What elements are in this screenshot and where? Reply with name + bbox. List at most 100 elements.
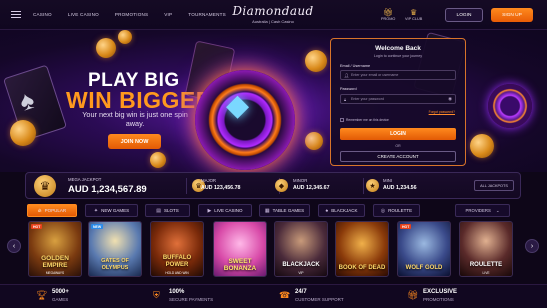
fire-icon: 🔥︎ <box>37 207 42 214</box>
logo-subtitle: Australia | Cash Casino <box>252 19 294 24</box>
tab-live-casino-label: LIVE CASINO <box>214 208 243 213</box>
promo-label: PROMO <box>381 17 396 21</box>
chevron-left-icon: ‹ <box>12 242 16 250</box>
gift-icon: 🎁︎ <box>383 8 394 17</box>
minor-jackpot-value: AUD 12,345.67 <box>293 185 330 191</box>
remember-me-label: Remember me on this device <box>346 118 389 122</box>
create-account-button[interactable]: CREATE ACCOUNT <box>340 151 456 162</box>
nav-links: CASINO LIVE CASINO PROMOTIONS VIP TOURNA… <box>33 12 242 17</box>
tab-blackjack[interactable]: ♠ BLACKJACK <box>318 204 365 217</box>
carousel-next-button[interactable]: › <box>525 239 539 253</box>
new-badge: NEW <box>91 224 104 229</box>
game-title: ROULETTE <box>469 262 503 268</box>
join-now-button[interactable]: JOIN NOW <box>108 134 161 149</box>
carousel-prev-button[interactable]: ‹ <box>7 239 21 253</box>
nav-link-casino[interactable]: CASINO <box>33 12 52 17</box>
tab-new-games-label: NEW GAMES <box>101 208 130 213</box>
game-title: GOLDEN EMPIRE <box>41 255 69 269</box>
stat-value: 5000+ <box>52 289 69 295</box>
crown-icon: ♛ <box>410 8 418 17</box>
live-icon: ▶ <box>207 207 212 214</box>
major-jackpot-label: MAJOR <box>201 178 217 183</box>
game-title: BOOK OF DEAD <box>338 265 386 271</box>
tab-blackjack-label: BLACKJACK <box>331 208 358 213</box>
forgot-password-link[interactable]: Forgot password? <box>429 110 455 114</box>
login-title: Welcome Back <box>375 45 421 52</box>
eye-icon[interactable]: ◉ <box>448 96 452 102</box>
diamond-icon: ◆ <box>226 89 250 122</box>
game-subtitle: HOLD AND WIN <box>165 271 189 275</box>
coin-image <box>118 30 132 44</box>
mini-jackpot-label: MINI <box>383 178 393 183</box>
checkbox-icon[interactable] <box>340 118 344 122</box>
game-title: BLACKJACK <box>282 262 320 268</box>
mini-jackpot: ★ MINI AUD 1,234.56 <box>366 173 446 198</box>
nav-link-live-casino[interactable]: LIVE CASINO <box>68 12 99 17</box>
stat-label: PROMOTIONS <box>423 297 454 302</box>
login-button[interactable]: LOGIN <box>445 8 483 22</box>
user-icon: 👤︎ <box>344 72 350 78</box>
login-subtitle: Login to continue your journey <box>373 54 423 58</box>
game-tile[interactable]: ROULETTE LIVE <box>459 221 513 277</box>
tab-roulette[interactable]: ◎ ROULETTE <box>373 204 420 217</box>
logo[interactable]: Diamondaud Australia | Cash Casino <box>223 4 323 24</box>
password-field[interactable]: 🔒︎ Enter your password ◉ <box>340 94 456 104</box>
tab-new-games[interactable]: ✦ NEW GAMES <box>85 204 138 217</box>
mega-jackpot-label: MEGA JACKPOT <box>68 177 102 182</box>
cards-icon: ▦ <box>264 207 270 214</box>
tab-popular[interactable]: 🔥︎ POPULAR <box>27 204 77 217</box>
tab-table-games[interactable]: ▦ TABLE GAMES <box>259 204 310 217</box>
coin-image <box>150 152 166 168</box>
coin-image <box>10 120 36 146</box>
game-tile[interactable]: HOT WOLF GOLD <box>397 221 451 277</box>
vip-club-label: VIP CLUB <box>405 17 423 21</box>
menu-icon[interactable] <box>11 11 21 18</box>
tab-popular-label: POPULAR <box>44 208 67 213</box>
tab-table-games-label: TABLE GAMES <box>272 208 305 213</box>
lock-icon: 🔒︎ <box>344 96 347 102</box>
coin-image <box>96 38 116 58</box>
logo-wordmark: Diamondaud <box>232 4 314 18</box>
nav-link-vip[interactable]: VIP <box>164 12 172 17</box>
mini-jackpot-value: AUD 1,234.56 <box>383 185 417 191</box>
login-panel: Welcome Back Login to continue your jour… <box>330 38 466 166</box>
game-tile[interactable]: NEW GATES OF OLYMPUS <box>88 221 142 277</box>
tab-slots-label: SLOTS <box>163 208 179 213</box>
stat-label: CUSTOMER SUPPORT <box>295 297 344 302</box>
game-title: WOLF GOLD <box>405 265 443 271</box>
roulette-icon: ◎ <box>380 207 386 214</box>
game-tile[interactable]: BOOK OF DEAD <box>335 221 389 277</box>
game-subtitle: MEGAWAYS <box>45 271 65 275</box>
game-tile[interactable]: BLACKJACK VIP <box>274 221 328 277</box>
tab-live-casino[interactable]: ▶ LIVE CASINO <box>198 204 252 217</box>
login-submit-button[interactable]: LOGIN <box>340 128 456 140</box>
stat-value: EXCLUSIVE <box>423 289 458 295</box>
email-placeholder: Enter your email or username <box>351 73 399 77</box>
remember-me-checkbox[interactable]: Remember me on this device <box>340 118 389 122</box>
footer-stats: 🏆︎ 5000+ GAMES ⛨ 100% SECURE PAYMENTS ☎ … <box>0 284 547 308</box>
game-title: BUFFALO POWER <box>162 255 192 268</box>
tab-roulette-label: ROULETTE <box>388 208 413 213</box>
game-tile[interactable]: BUFFALO POWER HOLD AND WIN <box>150 221 204 277</box>
password-placeholder: Enter your password <box>351 97 384 101</box>
game-tile[interactable]: HOT GOLDEN EMPIRE MEGAWAYS <box>28 221 82 277</box>
game-tile[interactable]: SWEET BONANZA <box>213 221 267 277</box>
coin-image <box>470 134 494 158</box>
minor-jackpot-label: MINOR <box>293 178 308 183</box>
game-subtitle: VIP <box>298 271 304 275</box>
signup-button[interactable]: SIGN UP <box>491 8 533 22</box>
providers-dropdown[interactable]: PROVIDERS ⌄ <box>455 204 510 217</box>
stat-label: SECURE PAYMENTS <box>169 297 214 302</box>
game-title: SWEET BONANZA <box>223 258 257 272</box>
headset-icon: ☎ <box>279 290 291 300</box>
promo-link[interactable]: 🎁︎ PROMO <box>381 8 395 21</box>
star-icon: ★ <box>366 179 379 192</box>
nav-link-tournaments[interactable]: TOURNAMENTS <box>188 12 226 17</box>
all-jackpots-button[interactable]: ALL JACKPOTS <box>474 180 514 191</box>
hot-badge: HOT <box>31 224 43 229</box>
vip-club-link[interactable]: ♛ VIP CLUB <box>405 8 422 21</box>
tab-slots[interactable]: ▤ SLOTS <box>145 204 190 217</box>
nav-link-promotions[interactable]: PROMOTIONS <box>115 12 148 17</box>
crown-icon: ♛ <box>34 175 56 197</box>
email-field[interactable]: 👤︎ Enter your email or username <box>340 70 456 80</box>
